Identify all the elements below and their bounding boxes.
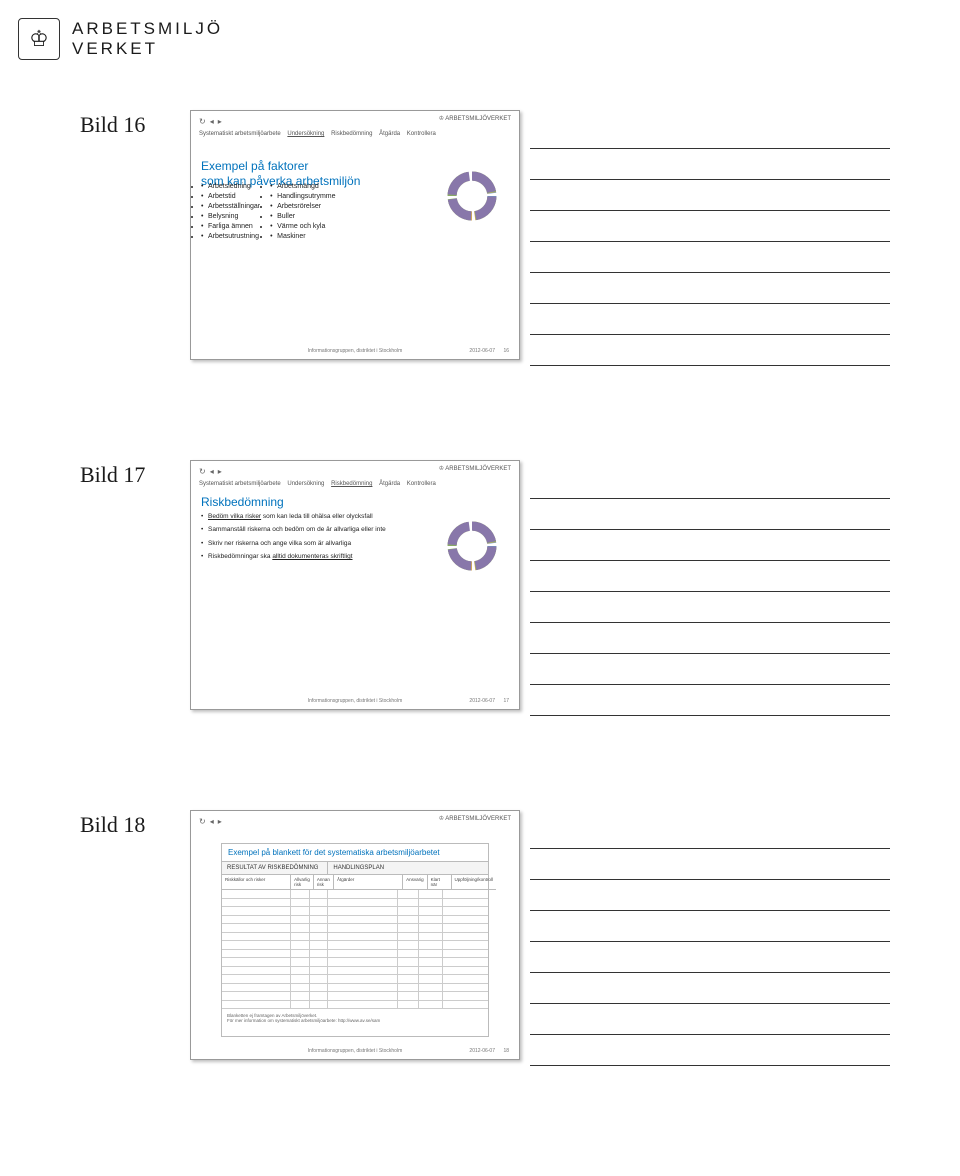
- row-bild-18: Bild 18 ↻ ◂ ▸ ♔ ARBETSMILJÖVERKET Exempe…: [80, 810, 520, 1060]
- refresh-icon: ↻: [199, 117, 206, 126]
- slide-16: ↻ ◂ ▸ ♔ ARBETSMILJÖVERKET Systematiskt a…: [190, 110, 520, 360]
- footer-center: Informationsgruppen, distriktet i Stockh…: [308, 348, 403, 354]
- slide-nav-icons: ↻ ◂ ▸: [199, 117, 222, 126]
- slide-nav-icons: ↻ ◂ ▸: [199, 467, 222, 476]
- slide-title: Exempel på faktorersom kan påverka arbet…: [201, 145, 360, 188]
- footer-center: Informationsgruppen, distriktet i Stockh…: [308, 1048, 403, 1054]
- footer-date: 2012-06-07: [469, 1048, 495, 1054]
- list-item: Värme och kyla: [270, 223, 335, 230]
- breadcrumb: Systematiskt arbetsmiljöarbete Undersökn…: [199, 131, 441, 137]
- next-icon: ▸: [218, 117, 222, 126]
- crest-icon: ♔: [18, 18, 60, 60]
- list-item: Handlingsutrymme: [270, 193, 335, 200]
- crumb-4: Kontrollera: [407, 481, 436, 487]
- list-item: Skriv ner riskerna och ange vilka som är…: [201, 540, 401, 548]
- footer-center: Informationsgruppen, distriktet i Stockh…: [308, 698, 403, 704]
- slide-nav-icons: ↻ ◂ ▸: [199, 817, 222, 826]
- slide-title: Riskbedömning: [201, 495, 284, 509]
- list-item: Arbetsrörelser: [270, 203, 335, 210]
- col-h: Riskkällor och risker: [222, 875, 291, 890]
- list-item: Maskiner: [270, 233, 335, 240]
- process-wheel-icon: [443, 167, 501, 225]
- crumb-0: Systematiskt arbetsmiljöarbete: [199, 131, 281, 137]
- next-icon: ▸: [218, 817, 222, 826]
- logo-text: ARBETSMILJÖ VERKET: [72, 19, 223, 58]
- footer-page: 18: [503, 1048, 509, 1054]
- col-h: Uppföljning/kontroll: [452, 875, 496, 890]
- section-1: RESULTAT AV RISKBEDÖMNING: [222, 862, 328, 875]
- left-column: Arbetsledning Arbetstid Arbetsställninga…: [201, 183, 260, 243]
- slide-label: Bild 18: [80, 810, 180, 838]
- prev-icon: ◂: [210, 467, 214, 476]
- breadcrumb: Systematiskt arbetsmiljöarbete Undersökn…: [199, 481, 441, 487]
- crumb-2: Riskbedömning: [331, 131, 372, 137]
- refresh-icon: ↻: [199, 817, 206, 826]
- process-wheel-icon: [443, 517, 501, 575]
- slide-footer: Informationsgruppen, distriktet i Stockh…: [191, 698, 519, 704]
- row-bild-16: Bild 16 ↻ ◂ ▸ ♔ ARBETSMILJÖVERKET System…: [80, 110, 520, 360]
- list-item: Sammanställ riskerna och bedöm om de är …: [201, 526, 401, 534]
- next-icon: ▸: [218, 467, 222, 476]
- list-item: Bedöm vilka risker som kan leda till ohä…: [201, 513, 401, 521]
- section-2: HANDLINGSPLAN: [328, 862, 488, 875]
- slide-footer: Informationsgruppen, distriktet i Stockh…: [191, 1048, 519, 1054]
- list-item: Arbetsmängd: [270, 183, 335, 190]
- writing-lines: [530, 818, 890, 1066]
- list-item: Farliga ämnen: [201, 223, 260, 230]
- crumb-1: Undersökning: [287, 481, 324, 487]
- col-h: Åtgärder: [334, 875, 403, 890]
- slide-mini-logo: ♔ ARBETSMILJÖVERKET: [439, 465, 511, 472]
- column-headers: Riskkällor och risker Allvarlig risk Ann…: [222, 875, 488, 890]
- col-h: Annan risk: [314, 875, 334, 890]
- logo-line-1: ARBETSMILJÖ: [72, 19, 223, 39]
- crumb-2: Riskbedömning: [331, 481, 372, 487]
- writing-lines: [530, 468, 890, 716]
- col-h: Klart när: [428, 875, 452, 890]
- blankett-rows: [222, 890, 488, 1009]
- writing-lines: [530, 118, 890, 366]
- col-h: Ansvarig: [403, 875, 428, 890]
- crest-glyph: ♔: [29, 26, 49, 52]
- col-h: Allvarlig risk: [291, 875, 314, 890]
- blankett-notes: Blanketten ej framtagen av Arbetsmiljöve…: [222, 1009, 488, 1027]
- note-2: För mer information om systematiskt arbe…: [227, 1018, 483, 1023]
- footer-date: 2012-06-07: [469, 348, 495, 354]
- list-item: Belysning: [201, 213, 260, 220]
- crumb-0: Systematiskt arbetsmiljöarbete: [199, 481, 281, 487]
- crumb-1: Undersökning: [287, 131, 324, 137]
- prev-icon: ◂: [210, 117, 214, 126]
- logo-line-2: VERKET: [72, 39, 223, 59]
- prev-icon: ◂: [210, 817, 214, 826]
- list-item: Arbetsutrustning: [201, 233, 260, 240]
- slide-footer: Informationsgruppen, distriktet i Stockh…: [191, 348, 519, 354]
- refresh-icon: ↻: [199, 467, 206, 476]
- slide-17: ↻ ◂ ▸ ♔ ARBETSMILJÖVERKET Systematiskt a…: [190, 460, 520, 710]
- list-item: Riskbedömningar ska alltid dokumenteras …: [201, 553, 401, 561]
- right-column: Arbetsmängd Handlingsutrymme Arbetsrörel…: [270, 183, 335, 243]
- crumb-4: Kontrollera: [407, 131, 436, 137]
- list-item: Arbetsställningar: [201, 203, 260, 210]
- blankett-title: Exempel på blankett för det systematiska…: [222, 844, 488, 862]
- slide-18: ↻ ◂ ▸ ♔ ARBETSMILJÖVERKET Exempel på bla…: [190, 810, 520, 1060]
- slide-mini-logo: ♔ ARBETSMILJÖVERKET: [439, 115, 511, 122]
- row-bild-17: Bild 17 ↻ ◂ ▸ ♔ ARBETSMILJÖVERKET System…: [80, 460, 520, 710]
- footer-date: 2012-06-07: [469, 698, 495, 704]
- blankett-form: Exempel på blankett för det systematiska…: [221, 843, 489, 1037]
- slide-body: Bedöm vilka risker som kan leda till ohä…: [201, 513, 401, 567]
- slide-mini-logo: ♔ ARBETSMILJÖVERKET: [439, 815, 511, 822]
- footer-page: 16: [503, 348, 509, 354]
- footer-page: 17: [503, 698, 509, 704]
- page-logo: ♔ ARBETSMILJÖ VERKET: [18, 18, 223, 60]
- list-item: Arbetstid: [201, 193, 260, 200]
- list-item: Buller: [270, 213, 335, 220]
- list-item: Arbetsledning: [201, 183, 260, 190]
- section-head: RESULTAT AV RISKBEDÖMNING HANDLINGSPLAN: [222, 862, 488, 875]
- crumb-3: Åtgärda: [379, 131, 400, 137]
- slide-label: Bild 16: [80, 110, 180, 138]
- crumb-3: Åtgärda: [379, 481, 400, 487]
- slide-label: Bild 17: [80, 460, 180, 488]
